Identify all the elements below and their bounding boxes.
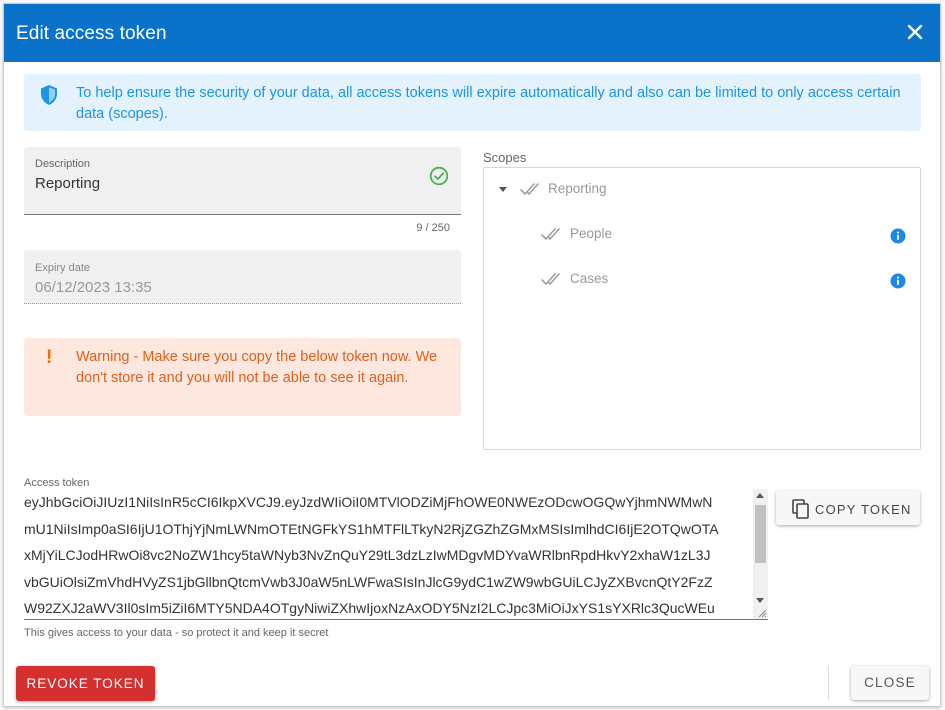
scopes-label: Scopes <box>483 150 527 165</box>
scopes-tree: Reporting People Cases <box>483 167 921 450</box>
double-check-icon <box>520 183 539 195</box>
copy-token-button[interactable]: COPY TOKEN <box>776 491 920 525</box>
dialog-title: Edit access token <box>16 23 167 44</box>
token-line: vbGUiOlsiZmVhdHVyZS1jbGllbnQtcmVwb3J0aW5… <box>24 573 713 590</box>
double-check-icon <box>541 273 560 285</box>
scope-label-reporting: Reporting <box>548 181 607 196</box>
scroll-up-arrow-icon[interactable] <box>756 493 764 498</box>
double-check-icon <box>541 228 560 240</box>
caret-down-icon[interactable] <box>498 184 508 194</box>
security-info-banner: To help ensure the security of your data… <box>24 74 921 131</box>
shield-icon <box>41 85 57 105</box>
edit-token-dialog: Edit access token To help ensure the sec… <box>3 3 941 707</box>
scroll-down-arrow-icon[interactable] <box>756 598 764 603</box>
check-circle-icon <box>429 166 449 186</box>
info-icon[interactable] <box>890 273 906 289</box>
description-label: Description <box>35 158 91 170</box>
close-button[interactable]: CLOSE <box>851 666 929 700</box>
expiry-date-field: Expiry date 06/12/2023 13:35 <box>24 250 461 304</box>
dialog-header: Edit access token <box>4 4 940 62</box>
scope-item-cases[interactable]: Cases <box>541 268 661 292</box>
description-value[interactable]: Reporting <box>35 175 100 192</box>
scope-label-cases: Cases <box>570 271 609 286</box>
revoke-token-button[interactable]: REVOKE TOKEN <box>16 666 155 701</box>
token-line: xMjYiLCJodHRwOi8vc2NoZW1hcy5taWNyb3NvZnQ… <box>24 547 711 563</box>
close-icon[interactable] <box>904 21 926 43</box>
scope-item-reporting[interactable]: Reporting <box>498 178 638 202</box>
access-token-label: Access token <box>24 477 90 489</box>
warning-icon: ! <box>46 347 53 368</box>
access-token-value[interactable]: eyJhbGciOiJIUzI1NiIsInR5cCI6IkpXVCJ9.eyJ… <box>24 493 750 619</box>
expiry-date-value: 06/12/2023 13:35 <box>35 279 152 296</box>
copy-token-warning: ! Warning - Make sure you copy the below… <box>24 338 461 416</box>
scope-label-people: People <box>570 226 613 241</box>
warning-text: Warning - Make sure you copy the below t… <box>76 349 438 386</box>
token-line: eyJhbGciOiJIUzI1NiIsInR5cCI6IkpXVCJ9.eyJ… <box>24 494 713 510</box>
scroll-thumb[interactable] <box>755 505 766 563</box>
copy-token-label: COPY TOKEN <box>815 502 912 517</box>
scope-item-people[interactable]: People <box>541 223 661 247</box>
resize-handle-icon[interactable] <box>757 608 767 618</box>
description-field[interactable]: Description Reporting <box>24 147 461 215</box>
security-info-text: To help ensure the security of your data… <box>76 85 901 122</box>
description-char-counter: 9 / 250 <box>416 222 450 234</box>
access-token-textarea[interactable]: eyJhbGciOiJIUzI1NiIsInR5cCI6IkpXVCJ9.eyJ… <box>24 489 768 620</box>
expiry-date-label: Expiry date <box>35 262 91 274</box>
copy-icon <box>792 499 809 519</box>
token-line: W92ZXJ2aWV3Il0sIm5iZiI6MTY5NDA4OTgyNiwiZ… <box>24 600 715 616</box>
footer-divider <box>828 666 829 700</box>
token-scrollbar[interactable] <box>753 489 768 619</box>
token-line: mU1NiIsImp0aSI6IjU1OThjYjNmLWNmOTEtNGFkY… <box>24 520 719 537</box>
info-icon[interactable] <box>890 228 906 244</box>
token-hint: This gives access to your data - so prot… <box>24 627 329 639</box>
